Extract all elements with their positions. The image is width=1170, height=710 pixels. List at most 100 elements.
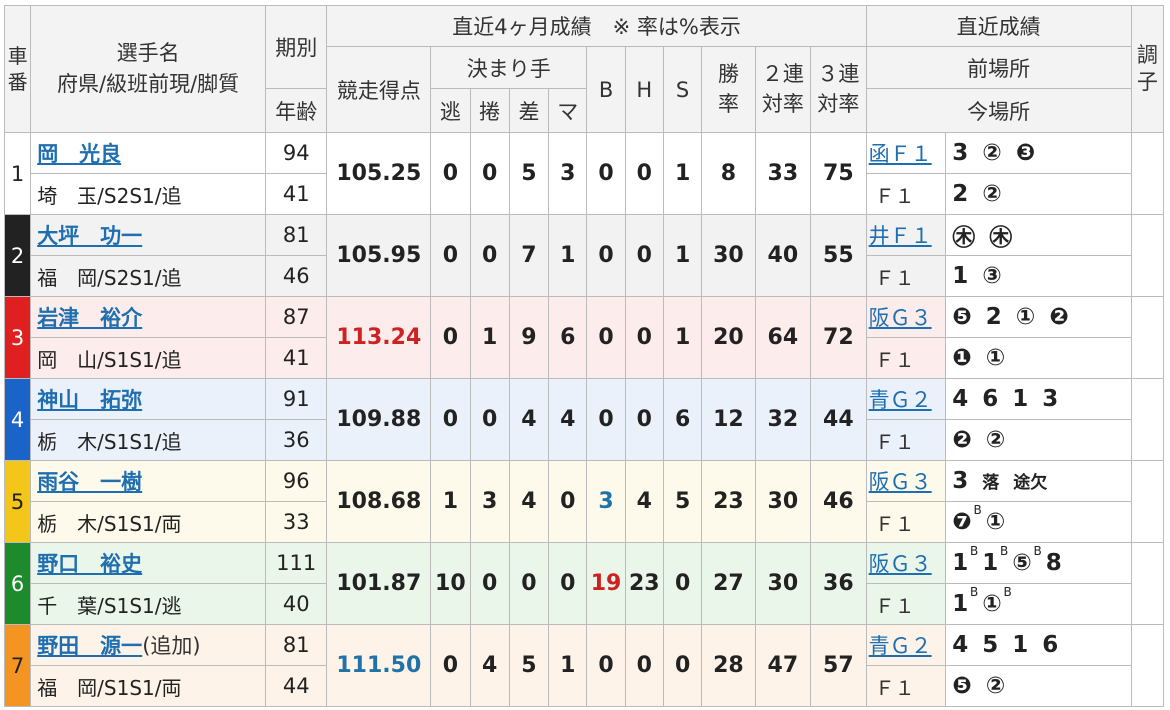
rider-name-link[interactable]: 雨谷 一樹 <box>37 470 142 494</box>
b-superscript: B <box>970 544 979 558</box>
header-car: 車番 <box>3 5 32 133</box>
s-value: 1 <box>662 214 703 297</box>
this-results: 1③ <box>945 255 1132 297</box>
ren2-value: 40 <box>754 214 812 297</box>
ma-value: 3 <box>548 132 588 215</box>
rider-name-link[interactable]: 神山 拓弥 <box>37 388 142 412</box>
ren2-value: 32 <box>754 378 812 461</box>
this-venue: Ｆ１ <box>865 501 947 543</box>
result-mark: 3 <box>952 468 969 494</box>
win-rate-value: 23 <box>701 460 756 543</box>
prev-venue-link[interactable]: 函Ｆ１ <box>869 142 932 166</box>
kibetsu-value: 96 <box>264 460 328 502</box>
prev-venue-link[interactable]: 井Ｆ１ <box>869 224 932 248</box>
b-superscript: B <box>1003 585 1012 599</box>
rider-info: 福 岡/S2S1/追 <box>30 255 266 297</box>
win-rate-value: 20 <box>701 296 756 379</box>
header-name-l1: 選手名 <box>116 40 180 65</box>
result-mark: ② <box>985 427 1006 453</box>
rider-name-link[interactable]: 大坪 功一 <box>37 224 142 248</box>
rider-info: 岡 山/S1S1/追 <box>30 337 266 379</box>
ma-value: 1 <box>548 214 588 297</box>
ma-value: 1 <box>548 624 588 707</box>
ren3-value: 57 <box>810 624 867 707</box>
sashi-value: 0 <box>508 542 550 625</box>
age-value: 41 <box>264 173 328 215</box>
rider-name-link[interactable]: 野田 源一 <box>37 634 142 658</box>
h-value: 23 <box>624 542 664 625</box>
prev-venue-link[interactable]: 阪Ｇ３ <box>869 306 932 330</box>
header-win-rate: 勝率 <box>701 46 756 133</box>
makuri-value: 3 <box>469 460 510 543</box>
car-number: 2 <box>3 214 32 297</box>
prev-venue-cell: 青Ｇ２ <box>865 624 947 666</box>
result-mark: 1 <box>1012 632 1029 658</box>
makuri-value: 4 <box>469 624 510 707</box>
h-value: 0 <box>624 624 664 707</box>
sashi-value: 4 <box>508 460 550 543</box>
nige-value: 0 <box>430 132 471 215</box>
h-value: 0 <box>624 378 664 461</box>
rider-name-link[interactable]: 野口 裕史 <box>37 552 142 576</box>
header-name: 選手名府県/級班前現/脚質 <box>30 5 266 133</box>
header-ren3-label: ３連対率 <box>817 62 860 116</box>
s-value: 1 <box>662 296 703 379</box>
this-venue: Ｆ１ <box>865 255 947 297</box>
nige-value: 0 <box>430 624 471 707</box>
nige-value: 0 <box>430 296 471 379</box>
header-condition-label: 調子 <box>1136 42 1158 94</box>
result-mark: ❷ <box>952 427 972 453</box>
prev-results: 1B1B⑤B8 <box>945 542 1132 584</box>
prev-venue-cell: 阪Ｇ３ <box>865 542 947 584</box>
result-mark: ㊍ <box>952 225 976 251</box>
score-value: 105.95 <box>326 214 432 297</box>
rider-name-link[interactable]: 岩津 裕介 <box>37 306 142 330</box>
result-mark: ① <box>1015 304 1036 330</box>
header-s: S <box>662 46 703 133</box>
ren2-value: 33 <box>754 132 812 215</box>
condition-cell <box>1130 296 1165 379</box>
result-mark: 1B <box>952 544 979 576</box>
header-ren2-label: ２連対率 <box>761 62 804 116</box>
ren3-value: 44 <box>810 378 867 461</box>
header-name-l2: 府県/級班前現/脚質 <box>57 72 240 96</box>
age-value: 46 <box>264 255 328 297</box>
result-mark: 4 <box>952 632 969 658</box>
age-value: 41 <box>264 337 328 379</box>
result-mark: 5 <box>982 632 999 658</box>
kibetsu-value: 81 <box>264 214 328 256</box>
header-win-rate-label: 勝率 <box>717 62 739 116</box>
ren2-value: 30 <box>754 542 812 625</box>
rider-name-link[interactable]: 岡 光良 <box>37 142 121 166</box>
condition-cell <box>1130 132 1165 215</box>
car-number: 7 <box>3 624 32 707</box>
ren2-value: 64 <box>754 296 812 379</box>
result-mark: 1 <box>952 263 969 289</box>
ma-value: 0 <box>548 460 588 543</box>
rider-row: 2 大坪 功一 81 105.95 0 0 7 1 0 0 1 30 40 55… <box>3 214 1165 297</box>
score-value: 109.88 <box>326 378 432 461</box>
rider-row: 1 岡 光良 94 105.25 0 0 5 3 0 0 1 8 33 75 函… <box>3 132 1165 215</box>
s-value: 1 <box>662 132 703 215</box>
age-value: 33 <box>264 501 328 543</box>
score-value: 101.87 <box>326 542 432 625</box>
car-number: 5 <box>3 460 32 543</box>
makuri-value: 0 <box>469 542 510 625</box>
result-mark: ② <box>982 181 1002 207</box>
header-h: H <box>624 46 664 133</box>
prev-venue-link[interactable]: 阪Ｇ３ <box>869 470 932 494</box>
s-value: 5 <box>662 460 703 543</box>
car-number: 1 <box>3 132 32 215</box>
score-value: 105.25 <box>326 132 432 215</box>
header-age: 年齢 <box>264 88 328 133</box>
prev-venue-link[interactable]: 青Ｇ２ <box>869 388 932 412</box>
b-superscript: B <box>1000 544 1009 558</box>
prev-venue-link[interactable]: 阪Ｇ３ <box>869 552 932 576</box>
h-value: 4 <box>624 460 664 543</box>
makuri-value: 0 <box>469 132 510 215</box>
prev-results: 4516 <box>945 624 1132 666</box>
header-makuri: 捲 <box>469 88 510 133</box>
age-value: 44 <box>264 665 328 707</box>
prev-venue-link[interactable]: 青Ｇ２ <box>869 634 932 658</box>
kibetsu-value: 91 <box>264 378 328 420</box>
